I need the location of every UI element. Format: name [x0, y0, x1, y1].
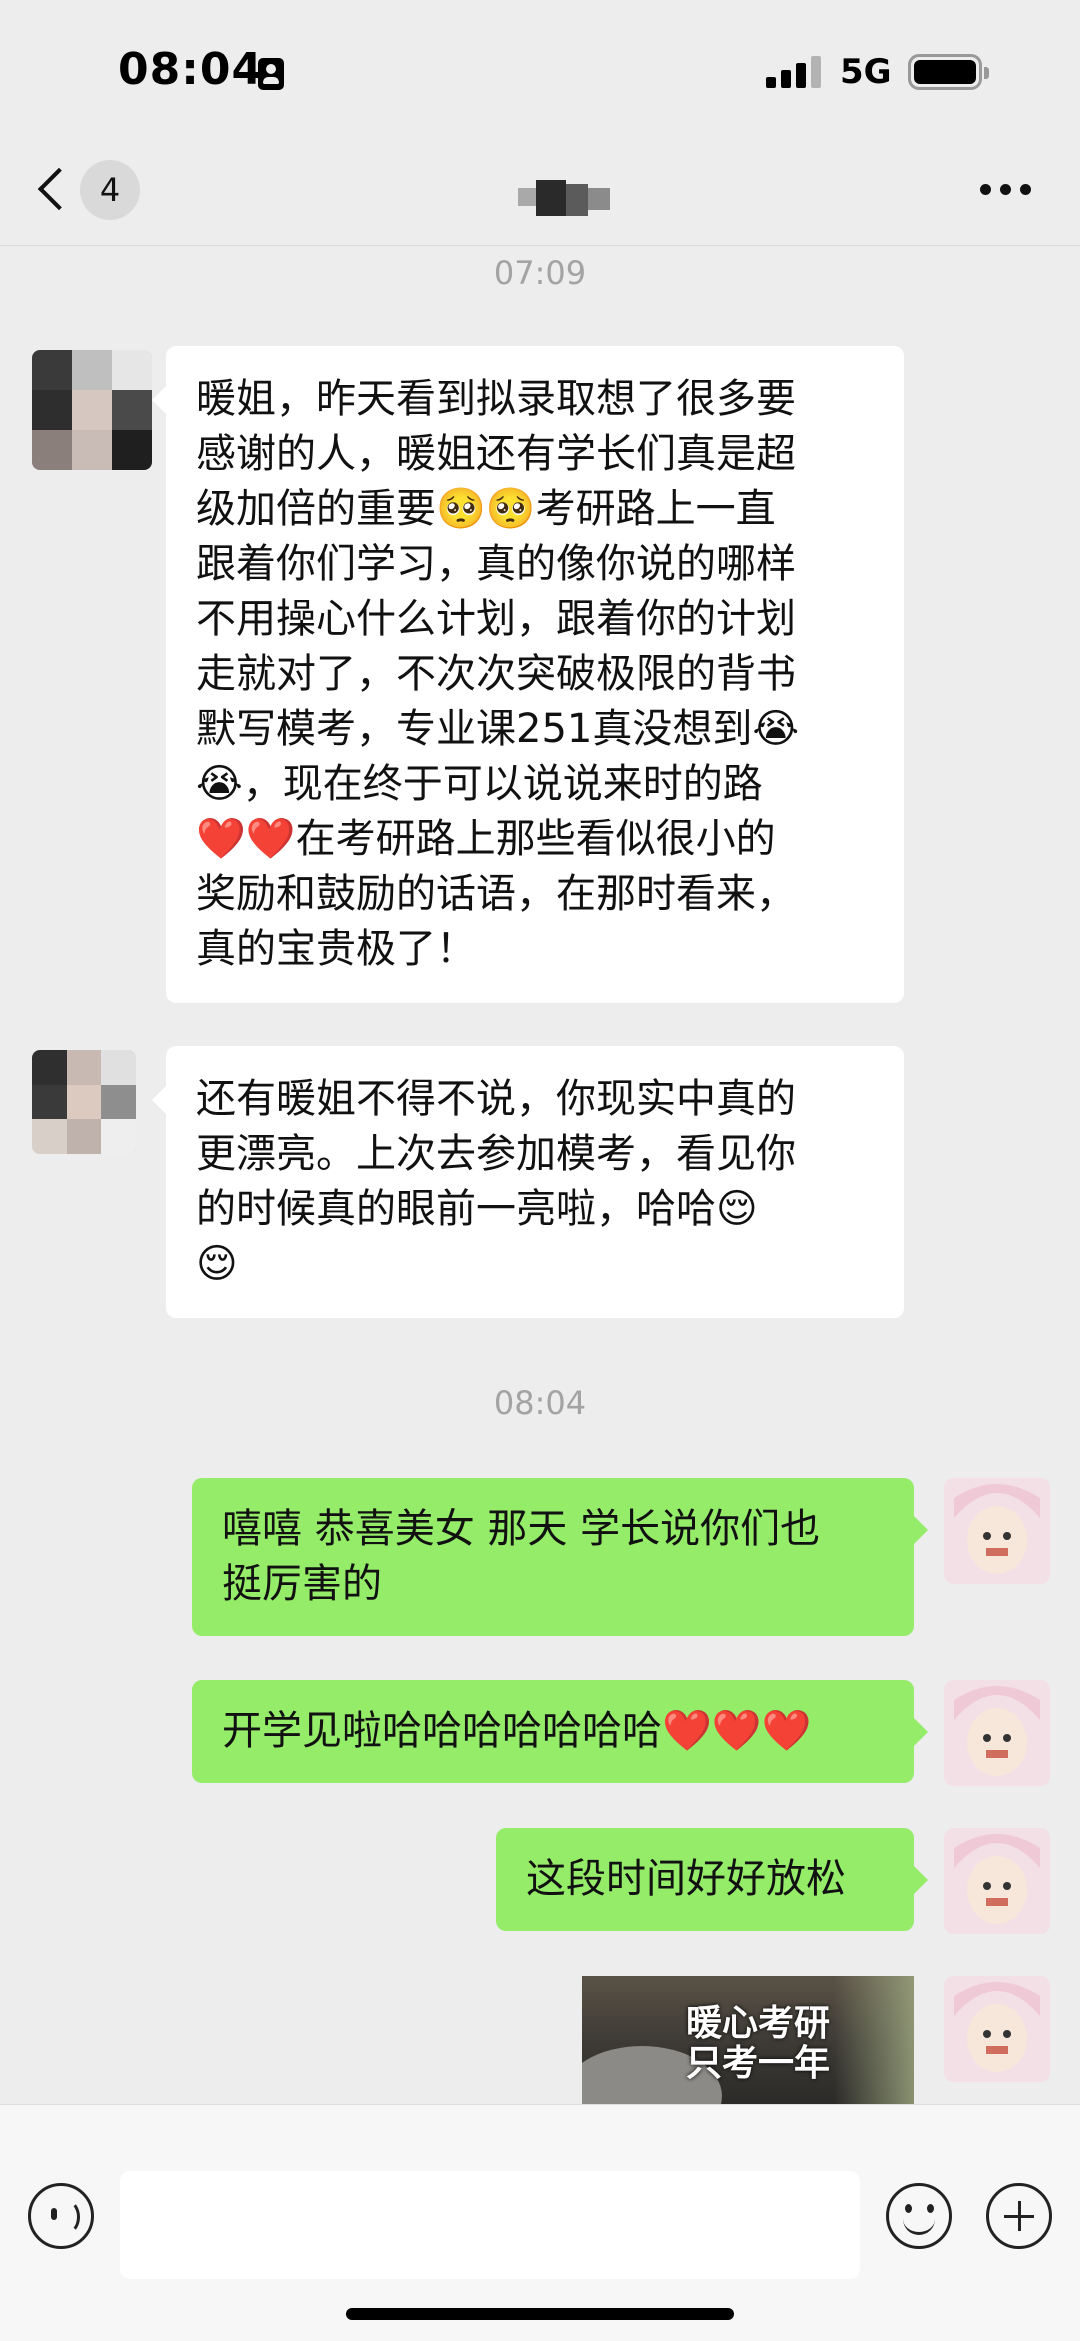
message-line: 奖励和鼓励的话语，在那时看来，: [196, 871, 796, 917]
more-icon[interactable]: [980, 184, 1032, 196]
id-card-icon: [258, 58, 284, 90]
message-line: 真的宝贵极了！: [196, 926, 476, 972]
message-line: 不用操心什么计划，跟着你的计划: [196, 596, 796, 642]
signal-icon: [766, 56, 822, 88]
my-avatar[interactable]: [944, 1976, 1050, 2082]
back-chevron-icon[interactable]: [37, 167, 81, 211]
message-line: 级加倍的重要🥺🥺考研路上一直: [196, 486, 776, 532]
message-input[interactable]: [120, 2171, 860, 2279]
message-line: 跟着你们学习，真的像你说的哪样: [196, 541, 796, 587]
incoming-message-bubble[interactable]: 暖姐，昨天看到拟录取想了很多要 感谢的人，暖姐还有学长们真是超 级加倍的重要🥺🥺…: [152, 346, 904, 1003]
my-avatar[interactable]: [944, 1478, 1050, 1584]
message-timestamp: 08:04: [493, 1384, 587, 1422]
message-line: 还有暖姐不得不说，你现实中真的: [196, 1076, 796, 1122]
message-timestamp: 07:09: [493, 254, 587, 292]
message-line: 这段时间好好放松: [526, 1856, 846, 1902]
message-line: 挺厉害的: [222, 1561, 382, 1607]
outgoing-message-bubble[interactable]: 这段时间好好放松: [496, 1828, 928, 1931]
message-line: ❤️❤️在考研路上那些看似很小的: [196, 816, 776, 862]
chat-header: 4: [0, 140, 1080, 246]
image-caption: 暖心考研 只考一年: [668, 2004, 848, 2084]
image-message[interactable]: 暖心考研 只考一年: [582, 1976, 914, 2106]
unread-count-badge[interactable]: 4: [80, 160, 140, 220]
message-line: 感谢的人，暖姐还有学长们真是超: [196, 431, 796, 477]
voice-icon[interactable]: [28, 2183, 94, 2249]
my-avatar[interactable]: [944, 1680, 1050, 1786]
input-bar: [0, 2104, 1080, 2341]
image-caption-line: 只考一年: [685, 2043, 830, 2084]
message-line: 暖姐，昨天看到拟录取想了很多要: [196, 376, 796, 422]
status-time: 08:04: [118, 44, 264, 95]
outgoing-message-bubble[interactable]: 嘻嘻 恭喜美女 那天 学长说你们也 挺厉害的: [192, 1478, 928, 1636]
my-avatar[interactable]: [944, 1828, 1050, 1934]
message-line: 😌: [196, 1241, 238, 1287]
outgoing-message-bubble[interactable]: 开学见啦哈哈哈哈哈哈哈❤️❤️❤️: [192, 1680, 928, 1783]
status-bar: 08:04 5G: [0, 0, 1080, 140]
message-line: 默写模考，专业课251真没想到😭: [196, 706, 800, 752]
contact-avatar[interactable]: [32, 1050, 136, 1154]
contact-avatar[interactable]: [32, 350, 152, 470]
home-indicator[interactable]: [346, 2308, 734, 2320]
image-caption-line: 暖心考研: [685, 2003, 830, 2044]
message-line: 开学见啦哈哈哈哈哈哈哈❤️❤️❤️: [222, 1708, 812, 1754]
incoming-message-bubble[interactable]: 还有暖姐不得不说，你现实中真的 更漂亮。上次去参加模考，看见你 的时候真的眼前一…: [152, 1046, 904, 1318]
chat-title-pixelated: [518, 180, 618, 216]
add-icon[interactable]: [986, 2183, 1052, 2249]
message-line: 😭，现在终于可以说说来时的路: [196, 761, 763, 807]
message-line: 走就对了，不次次突破极限的背书: [196, 651, 796, 697]
emoji-icon[interactable]: [886, 2183, 952, 2249]
message-line: 的时候真的眼前一亮啦，哈哈😌: [196, 1186, 758, 1232]
battery-icon: [908, 54, 989, 90]
network-type: 5G: [840, 52, 892, 92]
message-line: 更漂亮。上次去参加模考，看见你: [196, 1131, 796, 1177]
message-line: 嘻嘻 恭喜美女 那天 学长说你们也: [222, 1506, 821, 1552]
